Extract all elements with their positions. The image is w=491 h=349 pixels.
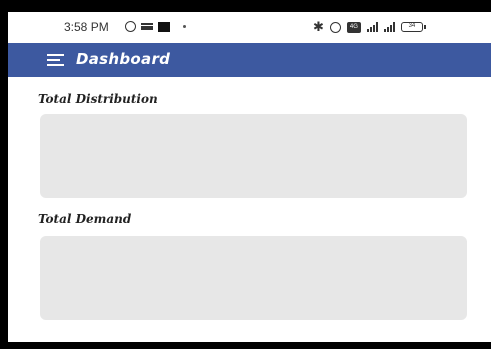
volte-icon: 4G (346, 21, 361, 33)
total-demand-label: Total Demand (38, 212, 132, 226)
hamburger-menu-icon[interactable] (47, 54, 64, 66)
page-title: Dashboard (76, 50, 171, 68)
status-bar: 3:58 PM ✱ 4G 34 (8, 12, 491, 43)
square-notification-icon (158, 21, 170, 32)
status-time: 3:58 PM (64, 20, 109, 34)
status-system-icons: ✱ 4G 34 (313, 19, 426, 35)
device-frame: 3:58 PM ✱ 4G 34 Dashboard Total Distribu… (0, 0, 491, 349)
message-icon (141, 23, 153, 30)
whatsapp-icon (125, 21, 136, 32)
alarm-icon (329, 21, 341, 33)
signal-icon (366, 22, 378, 32)
status-notification-icons (125, 21, 186, 32)
total-distribution-label: Total Distribution (38, 92, 158, 106)
total-distribution-card (40, 114, 467, 198)
dot-icon (183, 25, 186, 28)
battery-icon: 34 (400, 22, 426, 32)
phone-screen: 3:58 PM ✱ 4G 34 Dashboard Total Distribu… (8, 12, 491, 342)
app-bar: Dashboard (8, 43, 491, 77)
total-demand-card (40, 236, 467, 320)
bluetooth-icon: ✱ (313, 19, 324, 34)
signal-icon (383, 22, 395, 32)
